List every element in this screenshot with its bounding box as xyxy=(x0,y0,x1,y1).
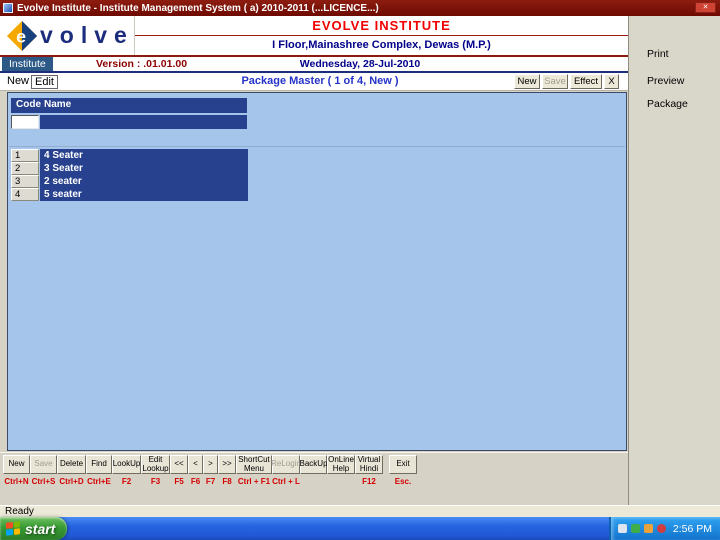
row-code-cell: 2 xyxy=(11,162,39,175)
column-header-code: Code xyxy=(16,99,41,110)
tray-icon-3[interactable] xyxy=(643,524,653,533)
module-menu-institute[interactable]: Institute xyxy=(2,57,53,71)
window-title: Evolve Institute - Institute Management … xyxy=(17,2,379,14)
app-header: e volve EVOLVE INSTITUTE I Floor,Mainash… xyxy=(0,16,628,55)
bottom-toolbar: New Ctrl+N Save Ctrl+S Delete Ctrl+D Fin… xyxy=(0,452,628,490)
table-row[interactable]: 2 3 Seater xyxy=(11,162,248,175)
toolbar-new-shortcut: Ctrl+N xyxy=(4,477,29,486)
sidebar-preview-button[interactable]: Preview xyxy=(635,72,715,89)
toolbar-lookup-shortcut: F2 xyxy=(121,477,132,486)
toolbar-delete-button[interactable]: Delete xyxy=(57,455,86,474)
table-row[interactable]: 3 2 seater xyxy=(11,175,248,188)
row-name-cell: 4 Seater xyxy=(40,149,248,162)
toolbar-virtual-hindi-button[interactable]: Virtual Hindi xyxy=(355,455,383,474)
toolbar-delete-shortcut: Ctrl+D xyxy=(59,477,84,486)
header-center: EVOLVE INSTITUTE I Floor,Mainashree Comp… xyxy=(134,16,628,55)
menu-item-edit[interactable]: Edit xyxy=(31,75,58,89)
form-new-button[interactable]: New xyxy=(514,74,540,89)
start-label: start xyxy=(25,520,56,537)
code-input[interactable] xyxy=(11,115,39,129)
app-icon[interactable] xyxy=(3,3,13,13)
system-tray: 2:56 PM xyxy=(608,517,720,540)
toolbar-virtual-hindi-shortcut: F12 xyxy=(362,477,376,486)
toolbar-new-button[interactable]: New xyxy=(3,455,30,474)
toolbar-next-shortcut: F7 xyxy=(205,477,216,486)
institute-name: EVOLVE INSTITUTE xyxy=(135,16,628,36)
toolbar-find-button[interactable]: Find xyxy=(86,455,112,474)
column-header-name: Name xyxy=(44,99,72,110)
close-icon: ✕ xyxy=(702,4,709,11)
form-close-button[interactable]: X xyxy=(604,74,619,89)
row-code-cell: 1 xyxy=(11,149,39,162)
tray-icon-2[interactable] xyxy=(630,524,640,533)
evolve-diamond-icon: e xyxy=(6,20,38,51)
form-header-buttons: New Save Effect X xyxy=(514,74,619,89)
grid-column-header: Code Name xyxy=(11,98,247,113)
toolbar-prev-button[interactable]: < xyxy=(188,455,203,474)
evolve-logo: e volve xyxy=(6,19,134,52)
toolbar-lookup-button[interactable]: LookUp xyxy=(112,455,141,474)
name-input[interactable] xyxy=(40,115,247,129)
table-row[interactable]: 1 4 Seater xyxy=(11,149,248,162)
toolbar-last-shortcut: F8 xyxy=(222,477,232,486)
close-button[interactable]: ✕ xyxy=(695,2,716,13)
statusbar: Ready xyxy=(0,505,720,517)
start-button[interactable]: start xyxy=(0,517,68,540)
grid-separator xyxy=(9,146,625,147)
toolbar-shortcut-menu-shortcut: Ctrl + F1 xyxy=(237,477,271,486)
windows-logo-icon xyxy=(6,521,20,536)
sidebar-package-button[interactable]: Package xyxy=(635,95,715,112)
app-window: Evolve Institute - Institute Management … xyxy=(0,0,720,540)
taskbar: start 2:56 PM xyxy=(0,517,720,540)
toolbar-relogin-button[interactable]: ReLogin xyxy=(271,455,301,474)
menubar: New Edit Package Master ( 1 of 4, New ) … xyxy=(0,73,628,91)
form-save-button[interactable]: Save xyxy=(542,74,568,89)
toolbar-backup-button[interactable]: BackUp xyxy=(300,455,328,474)
version-label: Version : .01.01.00 xyxy=(96,58,188,70)
toolbar-first-shortcut: F5 xyxy=(174,477,184,486)
toolbar-exit-button[interactable]: Exit xyxy=(389,455,417,474)
sidebar-print-button[interactable]: Print xyxy=(635,45,715,62)
subheader-bar: Wednesday, 28-Jul-2010 Institute Version… xyxy=(0,55,628,73)
titlebar[interactable]: Evolve Institute - Institute Management … xyxy=(0,0,720,16)
table-row[interactable]: 4 5 seater xyxy=(11,188,248,201)
row-name-cell: 3 Seater xyxy=(40,162,248,175)
toolbar-last-button[interactable]: >> xyxy=(218,455,236,474)
row-name-cell: 5 seater xyxy=(40,188,248,201)
toolbar-edit-lookup-shortcut: F3 xyxy=(150,477,161,486)
form-effect-button[interactable]: Effect xyxy=(570,74,602,89)
package-master-grid: Code Name 1 4 Seater 2 3 Seater 3 2 seat… xyxy=(7,92,627,451)
logo-letter: e xyxy=(16,26,26,46)
logo-text: volve xyxy=(40,22,134,48)
right-sidebar: Print Preview Package xyxy=(628,16,720,505)
toolbar-first-button[interactable]: << xyxy=(170,455,188,474)
toolbar-next-button[interactable]: > xyxy=(203,455,218,474)
toolbar-find-shortcut: Ctrl+E xyxy=(87,477,111,486)
menu-item-new[interactable]: New xyxy=(4,75,32,87)
row-code-cell: 3 xyxy=(11,175,39,188)
status-text: Ready xyxy=(5,506,34,517)
toolbar-edit-lookup-button[interactable]: Edit Lookup xyxy=(141,455,170,474)
clock: 2:56 PM xyxy=(672,522,712,535)
toolbar-exit-shortcut: Esc. xyxy=(394,477,412,486)
tray-icon-4[interactable] xyxy=(656,524,666,533)
toolbar-save-button[interactable]: Save xyxy=(30,455,57,474)
toolbar-shortcut-menu-button[interactable]: ShortCut Menu xyxy=(236,455,272,474)
toolbar-prev-shortcut: F6 xyxy=(190,477,201,486)
toolbar-online-help-button[interactable]: OnLine Help xyxy=(327,455,355,474)
institute-address: I Floor,Mainashree Complex, Dewas (M.P.) xyxy=(272,39,491,51)
row-code-cell: 4 xyxy=(11,188,39,201)
tray-icon-1[interactable] xyxy=(617,524,627,533)
row-name-cell: 2 seater xyxy=(40,175,248,188)
toolbar-relogin-shortcut: Ctrl + L xyxy=(272,477,300,486)
toolbar-save-shortcut: Ctrl+S xyxy=(31,477,56,486)
